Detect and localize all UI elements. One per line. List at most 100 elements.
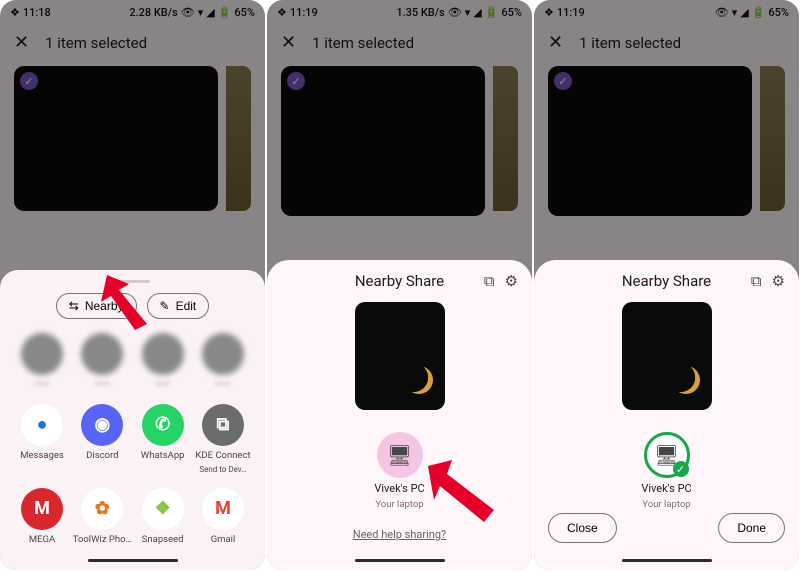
avatar: [81, 333, 123, 375]
battery-pct: 65%: [501, 6, 522, 19]
sheet-handle[interactable]: [116, 280, 150, 283]
status-time: 11:19: [557, 6, 585, 19]
adjacent-photo[interactable]: [760, 66, 785, 211]
close-icon[interactable]: ✕: [548, 34, 563, 52]
share-contact[interactable]: ——: [193, 333, 253, 390]
nearby-share-sheet: Nearby Share ⧉ ⚙ 🖥 Vivek's PC Your lapto…: [534, 260, 799, 570]
moon-icon: [668, 362, 704, 398]
signal-icon: ◢: [740, 6, 748, 19]
status-icon: ❖: [10, 6, 20, 19]
laptop-icon: 🖥: [377, 432, 423, 478]
app-icon: M: [21, 488, 63, 530]
nearby-share-sheet: Nearby Share ⧉ ⚙ 🖥 Vivek's PC Your lapto…: [267, 260, 532, 570]
header-title: 1 item selected: [45, 34, 147, 52]
share-app[interactable]: ✿ ToolWiz Pho…: [72, 488, 132, 545]
share-app[interactable]: M Gmail: [193, 488, 253, 545]
header-title: 1 item selected: [579, 34, 681, 52]
app-icon: ✿: [81, 488, 123, 530]
selected-photo[interactable]: ✓: [14, 66, 218, 211]
app-icon: M: [202, 488, 244, 530]
wifi-icon: ▾: [198, 6, 204, 19]
status-net: 2.28 KB/s: [129, 6, 177, 19]
home-indicator[interactable]: [88, 559, 178, 563]
nearby-device-sent[interactable]: 🖥 Vivek's PC Your laptop: [641, 432, 691, 510]
share-app[interactable]: MMEGA: [12, 488, 72, 545]
status-net: 1.35 KB/s: [396, 6, 444, 19]
dnd-icon: 👁: [448, 6, 462, 19]
app-label: ToolWiz Pho…: [73, 534, 132, 545]
edit-button[interactable]: ✎ Edit: [147, 293, 210, 319]
battery-icon: 🔋: [218, 6, 232, 19]
app-label: Discord: [86, 450, 118, 461]
feedback-icon[interactable]: ⧉: [484, 272, 495, 290]
selected-badge-icon: ✓: [20, 72, 38, 90]
share-app[interactable]: ✆ WhatsApp: [133, 404, 193, 474]
device-type: Your laptop: [375, 499, 423, 510]
help-link[interactable]: Need help sharing?: [281, 528, 518, 541]
app-label: WhatsApp: [141, 450, 185, 461]
app-icon: ❖: [142, 488, 184, 530]
close-icon[interactable]: ✕: [14, 34, 29, 52]
device-name: Vivek's PC: [641, 482, 691, 495]
app-icon: ●: [21, 404, 63, 446]
avatar: [142, 333, 184, 375]
selected-badge-icon: ✓: [554, 72, 572, 90]
selection-header: ✕ 1 item selected: [267, 24, 532, 62]
share-app[interactable]: ●Messages: [12, 404, 72, 474]
status-icon: ❖: [277, 6, 287, 19]
gear-icon[interactable]: ⚙: [772, 272, 785, 290]
nearby-share-title: Nearby Share: [355, 272, 444, 290]
app-icon: ✆: [142, 404, 184, 446]
device-name: Vivek's PC: [374, 482, 424, 495]
selected-photo[interactable]: ✓: [281, 66, 485, 216]
nearby-device[interactable]: 🖥 Vivek's PC Your laptop: [374, 432, 424, 510]
share-contact[interactable]: ——: [133, 333, 193, 390]
battery-icon: 🔋: [752, 6, 766, 19]
battery-pct: 65%: [234, 6, 255, 19]
app-label: KDE Connect: [195, 450, 250, 461]
nearby-icon: ⇆: [69, 299, 79, 313]
selection-header: ✕ 1 item selected: [0, 24, 265, 62]
home-indicator[interactable]: [622, 559, 712, 563]
avatar: [202, 333, 244, 375]
gear-icon[interactable]: ⚙: [505, 272, 518, 290]
share-app[interactable]: ◉ Discord: [72, 404, 132, 474]
status-time: 11:19: [290, 6, 318, 19]
app-icon: ◉: [81, 404, 123, 446]
battery-icon: 🔋: [485, 6, 499, 19]
moon-icon: [401, 362, 437, 398]
status-icon: ❖: [544, 6, 554, 19]
feedback-icon[interactable]: ⧉: [751, 272, 762, 290]
share-preview: [355, 302, 445, 410]
done-button[interactable]: Done: [718, 513, 785, 543]
nearby-label: Nearby: [85, 299, 124, 313]
nearby-button[interactable]: ⇆ Nearby: [56, 293, 137, 319]
wifi-icon: ▾: [465, 6, 471, 19]
adjacent-photo[interactable]: [493, 66, 518, 211]
app-label: Gmail: [211, 534, 236, 545]
battery-pct: 65%: [768, 6, 789, 19]
close-button[interactable]: Close: [548, 513, 617, 543]
share-sheet: ⇆ Nearby ✎ Edit —— —— —— —— ●Messages◉ Di…: [0, 270, 265, 571]
share-preview: [622, 302, 712, 410]
app-icon: ⧉: [202, 404, 244, 446]
device-type: Your laptop: [642, 499, 690, 510]
share-app[interactable]: ⧉ KDE Connect Send to Dev…: [193, 404, 253, 474]
share-app[interactable]: ❖ Snapseed: [133, 488, 193, 545]
edit-label: Edit: [176, 299, 197, 313]
pencil-icon: ✎: [160, 299, 170, 313]
adjacent-photo[interactable]: [226, 66, 251, 211]
selected-photo[interactable]: ✓: [548, 66, 752, 216]
close-icon[interactable]: ✕: [281, 34, 296, 52]
dnd-icon: 👁: [715, 6, 729, 19]
share-contact[interactable]: ——: [72, 333, 132, 390]
home-indicator[interactable]: [355, 559, 445, 563]
selected-badge-icon: ✓: [287, 72, 305, 90]
signal-icon: ◢: [473, 6, 481, 19]
wifi-icon: ▾: [732, 6, 738, 19]
app-label: Snapseed: [142, 534, 184, 545]
share-contact[interactable]: ——: [12, 333, 72, 390]
status-time: 11:18: [23, 6, 51, 19]
app-sublabel: Send to Dev…: [199, 465, 246, 474]
nearby-share-title: Nearby Share: [622, 272, 711, 290]
